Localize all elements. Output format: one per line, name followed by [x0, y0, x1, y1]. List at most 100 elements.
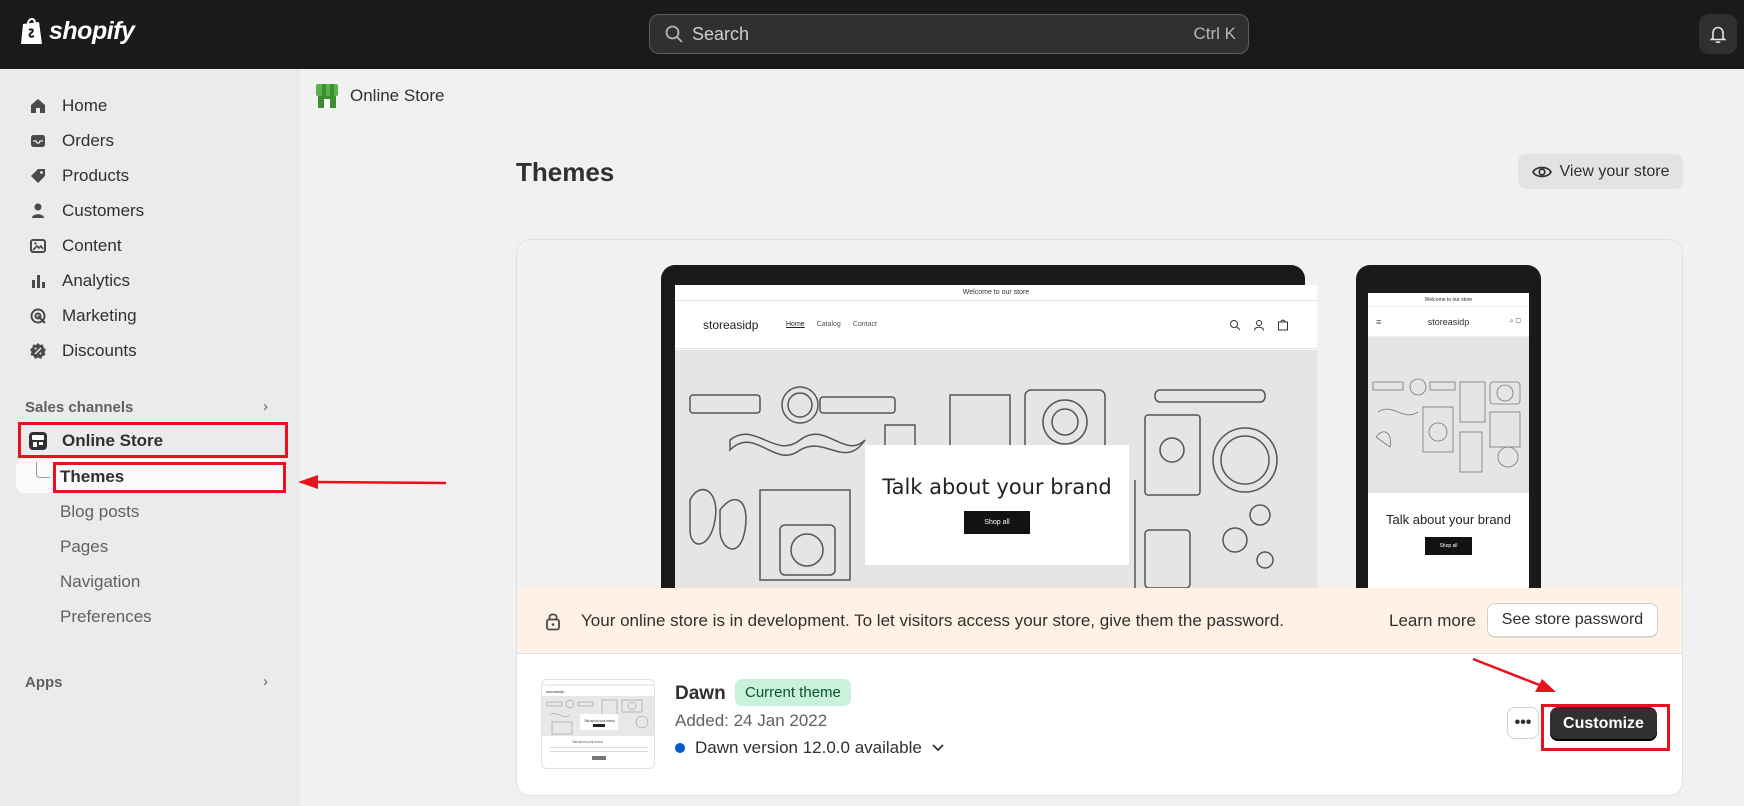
search-icon — [1230, 320, 1241, 331]
current-theme-row: storeasidp Talk about your brand Talk ab… — [517, 653, 1682, 795]
tree-connector — [36, 462, 50, 478]
annotation-box-online-store — [18, 422, 288, 458]
mobile-store-name: storeasidp — [1427, 316, 1470, 327]
version-available-toggle[interactable]: Dawn version 12.0.0 available — [675, 738, 944, 758]
sidebar-item-products[interactable]: Products — [28, 161, 129, 191]
page-title: Themes — [516, 157, 615, 187]
sidebar-item-analytics[interactable]: Analytics — [28, 266, 130, 296]
top-bar: shopify Ctrl K — [0, 0, 1744, 69]
menu-icon: ≡ — [1376, 316, 1382, 327]
shopify-wordmark: shopify — [49, 16, 135, 45]
mobile-store-header: ≡ storeasidp ⌕ ▢ — [1368, 307, 1529, 337]
announcement-bar: Welcome to our store — [675, 285, 1317, 301]
sidebar-item-label: Discounts — [62, 341, 137, 360]
version-text: Dawn version 12.0.0 available — [695, 738, 922, 757]
desktop-preview-screen: Welcome to our store storeasidp Home Cat… — [675, 285, 1317, 588]
mobile-header-icons: ⌕ ▢ — [1509, 317, 1521, 325]
hero-title: Talk about your brand — [882, 475, 1112, 499]
store-link-contact: Contact — [852, 321, 877, 328]
lock-icon — [546, 612, 560, 630]
shopify-logo[interactable]: shopify — [19, 16, 135, 46]
store-header-icons — [1229, 319, 1289, 331]
sidebar-item-customers[interactable]: Customers — [28, 196, 144, 226]
mobile-shop-button: Shop all — [1425, 537, 1472, 555]
search-icon — [665, 25, 683, 43]
online-store-icon — [316, 84, 338, 108]
sidebar-item-content[interactable]: Content — [28, 231, 122, 261]
hero-text-box: Talk about your brand Shop all — [865, 445, 1129, 565]
apps-heading[interactable]: Apps — [25, 674, 63, 691]
more-actions-button[interactable]: ••• — [1507, 707, 1539, 739]
sidebar-subitem-pages[interactable]: Pages — [60, 537, 108, 557]
search-shortcut: Ctrl K — [1193, 24, 1237, 43]
mobile-preview: Welcome to our store ≡ storeasidp ⌕ ▢ Ta… — [1356, 265, 1541, 588]
status-dot — [675, 743, 685, 753]
sidebar-item-label: Marketing — [62, 306, 137, 325]
mobile-hero-text: Talk about your brand Shop all — [1368, 493, 1529, 555]
breadcrumb-label[interactable]: Online Store — [350, 86, 445, 106]
mobile-announcement-bar: Welcome to our store — [1368, 293, 1529, 307]
development-banner: Your online store is in development. To … — [517, 588, 1682, 653]
store-header: storeasidp Home Catalog Contact — [675, 301, 1317, 349]
sidebar-item-marketing[interactable]: Marketing — [28, 301, 137, 331]
hero-banner: Talk about your brand Shop all — [675, 350, 1317, 588]
current-theme-badge: Current theme — [735, 679, 851, 706]
theme-card: Welcome to our store storeasidp Home Cat… — [516, 239, 1683, 796]
sidebar-subitem-navigation[interactable]: Navigation — [60, 572, 140, 592]
shopify-bag-icon — [21, 18, 42, 44]
mobile-preview-screen: Welcome to our store ≡ storeasidp ⌕ ▢ Ta… — [1368, 293, 1529, 588]
store-nav-links: Home Catalog Contact — [786, 321, 877, 328]
hero-shop-button: Shop all — [964, 511, 1030, 534]
svg-text:Talk about your brand: Talk about your brand — [572, 740, 603, 744]
sidebar-item-discounts[interactable]: Discounts — [28, 336, 137, 366]
cart-icon — [1278, 319, 1288, 331]
mobile-hero-illustration — [1372, 378, 1521, 473]
discount-icon — [28, 341, 48, 361]
annotation-box-themes — [53, 462, 286, 493]
sidebar-item-orders[interactable]: Orders — [28, 126, 114, 156]
chevron-down-icon — [932, 744, 944, 752]
see-store-password-button[interactable]: See store password — [1487, 603, 1658, 637]
mobile-hero-title: Talk about your brand — [1385, 512, 1512, 527]
theme-thumbnail-image: storeasidp Talk about your brand Talk ab… — [542, 684, 654, 760]
svg-text:storeasidp: storeasidp — [546, 689, 565, 694]
sales-channels-heading[interactable]: Sales channels — [25, 399, 133, 416]
sidebar-item-label: Content — [62, 236, 122, 255]
store-link-catalog: Catalog — [816, 321, 841, 328]
account-icon — [1254, 320, 1264, 331]
sidebar-subitem-preferences[interactable]: Preferences — [60, 607, 152, 627]
chevron-right-icon[interactable]: › — [263, 673, 268, 690]
sidebar-item-label: Orders — [62, 131, 114, 150]
svg-text:Talk about your brand: Talk about your brand — [584, 719, 615, 723]
desktop-preview: Welcome to our store storeasidp Home Cat… — [661, 265, 1317, 588]
banner-message: Your online store is in development. To … — [581, 610, 1285, 630]
bell-icon — [1709, 26, 1727, 44]
target-icon — [28, 306, 48, 326]
store-link-home: Home — [786, 321, 805, 328]
chevron-right-icon[interactable]: › — [263, 398, 268, 415]
sidebar-item-label: Products — [62, 166, 130, 185]
annotation-box-customize — [1541, 704, 1670, 751]
home-icon — [28, 96, 48, 116]
search-input[interactable] — [692, 23, 1172, 45]
bar-chart-icon — [28, 271, 48, 291]
theme-name: Dawn — [675, 683, 726, 704]
arrow-to-themes — [298, 475, 447, 489]
mobile-hero-image — [1368, 337, 1529, 493]
image-icon — [28, 236, 48, 256]
breadcrumb: Online Store — [316, 84, 445, 108]
sidebar-item-home[interactable]: Home — [28, 91, 107, 121]
sidebar-item-label: Analytics — [62, 271, 131, 290]
view-store-label: View your store — [1559, 162, 1670, 180]
theme-thumbnail: storeasidp Talk about your brand Talk ab… — [541, 679, 655, 769]
view-store-button[interactable]: View your store — [1518, 154, 1683, 189]
theme-added-date: Added: 24 Jan 2022 — [675, 711, 828, 730]
tag-icon — [28, 166, 48, 186]
search-bar[interactable]: Ctrl K — [649, 14, 1249, 54]
notifications-button[interactable] — [1699, 14, 1737, 54]
learn-more-link[interactable]: Learn more — [1389, 611, 1476, 631]
sidebar-item-label: Customers — [62, 201, 145, 220]
theme-preview[interactable]: Welcome to our store storeasidp Home Cat… — [517, 240, 1682, 588]
sidebar-subitem-blog-posts[interactable]: Blog posts — [60, 502, 139, 522]
inbox-icon — [28, 131, 48, 151]
